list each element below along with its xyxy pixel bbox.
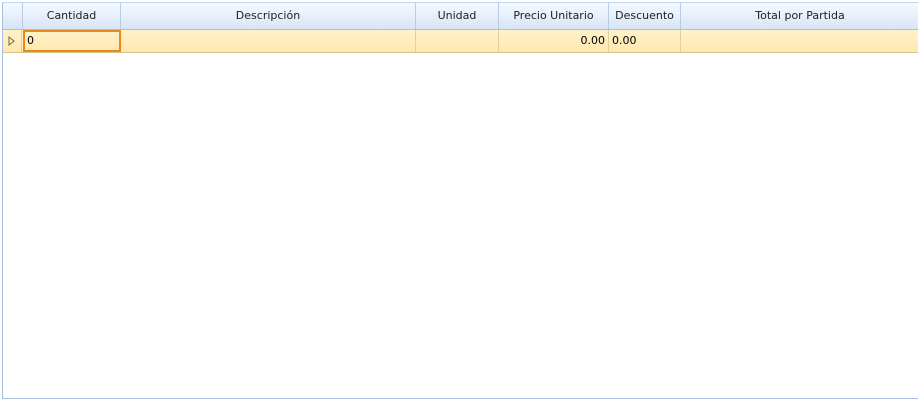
grid-header: Cantidad Descripción Unidad Precio Unita… bbox=[3, 3, 918, 30]
column-header-total-por-partida[interactable]: Total por Partida bbox=[681, 3, 918, 29]
column-header-unidad[interactable]: Unidad bbox=[416, 3, 499, 29]
cell-descripcion[interactable] bbox=[121, 30, 416, 52]
line-items-grid[interactable]: Cantidad Descripción Unidad Precio Unita… bbox=[2, 2, 918, 399]
table-row[interactable]: 0 0.00 0.00 bbox=[3, 30, 918, 53]
cell-unidad[interactable] bbox=[416, 30, 499, 52]
column-header-precio-unitario[interactable]: Precio Unitario bbox=[499, 3, 609, 29]
row-indicator-header bbox=[3, 3, 23, 29]
column-header-descripcion[interactable]: Descripción bbox=[121, 3, 416, 29]
column-header-cantidad[interactable]: Cantidad bbox=[23, 3, 121, 29]
current-row-arrow-icon bbox=[8, 36, 15, 46]
column-header-descuento[interactable]: Descuento bbox=[609, 3, 681, 29]
cell-cantidad[interactable]: 0 bbox=[23, 30, 121, 52]
cell-precio-unitario[interactable]: 0.00 bbox=[499, 30, 609, 52]
cell-descuento[interactable]: 0.00 bbox=[609, 30, 681, 52]
cell-total-por-partida[interactable] bbox=[681, 30, 918, 52]
row-indicator[interactable] bbox=[3, 30, 22, 52]
